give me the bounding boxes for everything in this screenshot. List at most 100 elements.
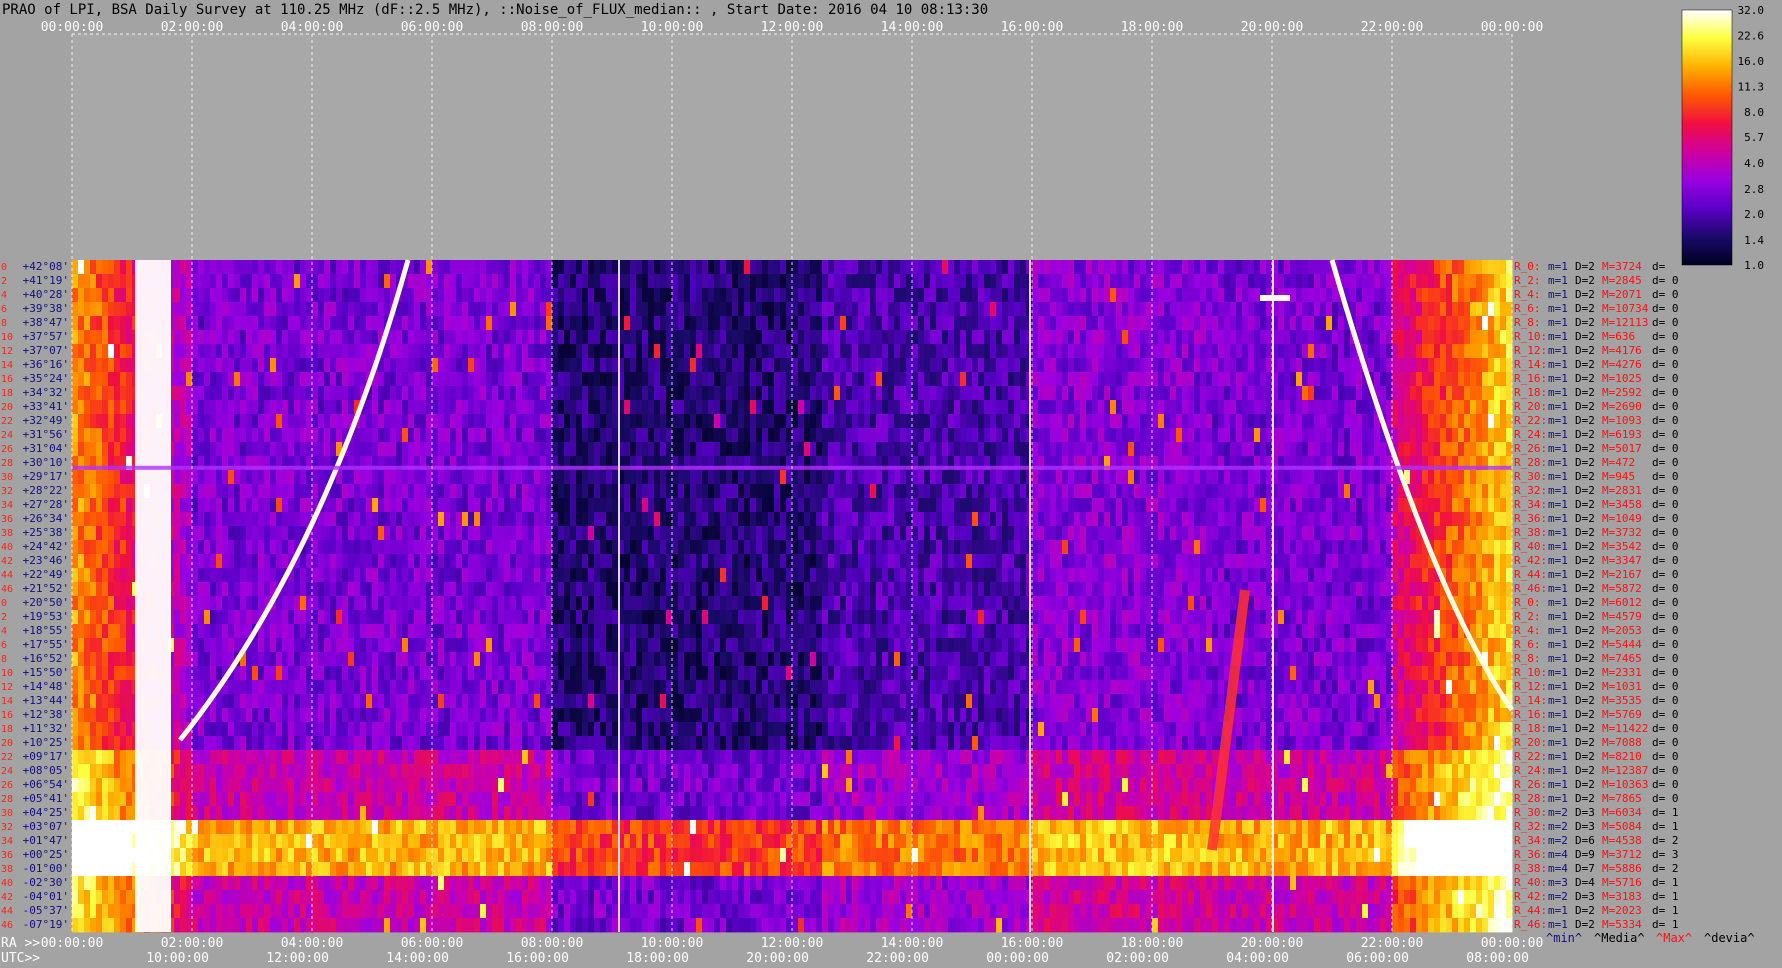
heatmap-cell xyxy=(582,484,589,499)
heatmap-cell xyxy=(1464,386,1471,401)
heatmap-cell xyxy=(90,274,97,289)
heatmap-cell xyxy=(468,526,475,541)
heatmap-cell xyxy=(1206,302,1213,317)
heatmap-cell xyxy=(1242,470,1249,485)
heatmap-cell xyxy=(1404,372,1411,387)
heatmap-cell xyxy=(246,344,253,359)
heatmap-cell xyxy=(918,386,925,401)
heatmap-cell xyxy=(108,302,115,317)
heatmap-cell xyxy=(1170,288,1177,303)
heatmap-cell xyxy=(792,428,799,443)
heatmap-cell xyxy=(1044,442,1051,457)
heatmap-cell xyxy=(960,260,967,275)
heatmap-cell xyxy=(1308,414,1315,429)
heatmap-cell xyxy=(282,358,289,373)
heatmap-cell xyxy=(96,442,103,457)
heatmap-cell xyxy=(828,316,835,331)
heatmap-cell xyxy=(492,344,499,359)
heatmap-cell xyxy=(1482,428,1489,443)
heatmap-cell xyxy=(912,316,919,331)
heatmap-cell xyxy=(558,512,565,527)
heatmap-cell xyxy=(1326,428,1333,443)
heatmap-cell xyxy=(1206,428,1213,443)
heatmap-cell xyxy=(918,428,925,443)
heatmap-cell xyxy=(912,484,919,499)
heatmap-cell xyxy=(1152,372,1159,387)
heatmap-cell xyxy=(1254,386,1261,401)
heatmap-cell xyxy=(102,288,109,303)
heatmap-cell xyxy=(360,414,367,429)
heatmap-cell xyxy=(1014,372,1021,387)
heatmap-cell xyxy=(726,260,733,275)
heatmap-cell xyxy=(1410,288,1417,303)
heatmap-cell xyxy=(942,372,949,387)
heatmap-cell xyxy=(1254,498,1261,513)
heatmap-cell xyxy=(492,428,499,443)
heatmap-cell xyxy=(1146,288,1153,303)
heatmap-cell xyxy=(1356,302,1363,317)
heatmap-cell xyxy=(930,358,937,373)
heatmap-cell xyxy=(738,260,745,275)
heatmap-cell xyxy=(612,330,619,345)
heatmap-cell xyxy=(1416,302,1423,317)
heatmap-cell xyxy=(780,484,787,499)
heatmap-cell xyxy=(870,470,877,485)
heatmap-cell xyxy=(1104,372,1111,387)
heatmap-cell xyxy=(1014,498,1021,513)
heatmap-cell xyxy=(288,274,295,289)
heatmap-cell xyxy=(1302,260,1309,275)
heatmap-cell xyxy=(84,288,91,303)
heatmap-cell xyxy=(216,344,223,359)
heatmap-cell xyxy=(1302,330,1309,345)
heatmap-cell xyxy=(258,470,265,485)
heatmap-cell xyxy=(918,372,925,387)
heatmap-cell xyxy=(1218,414,1225,429)
heatmap-cell xyxy=(522,414,529,429)
heatmap-cell xyxy=(1344,274,1351,289)
heatmap-cell xyxy=(552,498,559,513)
heatmap-cell xyxy=(1458,470,1465,485)
heatmap-cell xyxy=(1128,400,1135,415)
heatmap-cell xyxy=(1158,288,1165,303)
heatmap-cell xyxy=(438,512,445,527)
heatmap-cell xyxy=(972,330,979,345)
heatmap-cell xyxy=(696,358,703,373)
heatmap-cell xyxy=(480,316,487,331)
heatmap-cell xyxy=(90,498,97,513)
heatmap-cell xyxy=(1044,316,1051,331)
heatmap-cell xyxy=(336,330,343,345)
heatmap-cell xyxy=(1338,386,1345,401)
heatmap-cell xyxy=(1080,400,1087,415)
heatmap-cell xyxy=(378,442,385,457)
heatmap-cell xyxy=(924,400,931,415)
heatmap-cell xyxy=(216,414,223,429)
heatmap-cell xyxy=(1494,260,1501,275)
heatmap-cell xyxy=(1470,414,1477,429)
heatmap-cell xyxy=(300,316,307,331)
heatmap-cell xyxy=(552,512,559,527)
heatmap-cell xyxy=(1254,442,1261,457)
heatmap-cell xyxy=(258,260,265,275)
heatmap-cell xyxy=(810,288,817,303)
heatmap-cell xyxy=(306,260,313,275)
heatmap-cell xyxy=(192,540,199,555)
heatmap-cell xyxy=(1290,302,1297,317)
heatmap-cell xyxy=(432,288,439,303)
heatmap-cell xyxy=(408,484,415,499)
heatmap-cell xyxy=(1506,470,1513,485)
heatmap-cell xyxy=(894,288,901,303)
heatmap-cell xyxy=(540,442,547,457)
heatmap-cell xyxy=(984,470,991,485)
heatmap-cell xyxy=(978,512,985,527)
heatmap-cell xyxy=(954,498,961,513)
heatmap-cell xyxy=(942,484,949,499)
heatmap-cell xyxy=(1440,526,1447,541)
heatmap-cell xyxy=(270,414,277,429)
heatmap-cell xyxy=(438,540,445,555)
heatmap-cell xyxy=(1122,414,1129,429)
heatmap-cell xyxy=(1050,386,1057,401)
heatmap-cell xyxy=(756,526,763,541)
heatmap-cell xyxy=(534,512,541,527)
heatmap-cell xyxy=(1074,526,1081,541)
heatmap-cell xyxy=(264,442,271,457)
